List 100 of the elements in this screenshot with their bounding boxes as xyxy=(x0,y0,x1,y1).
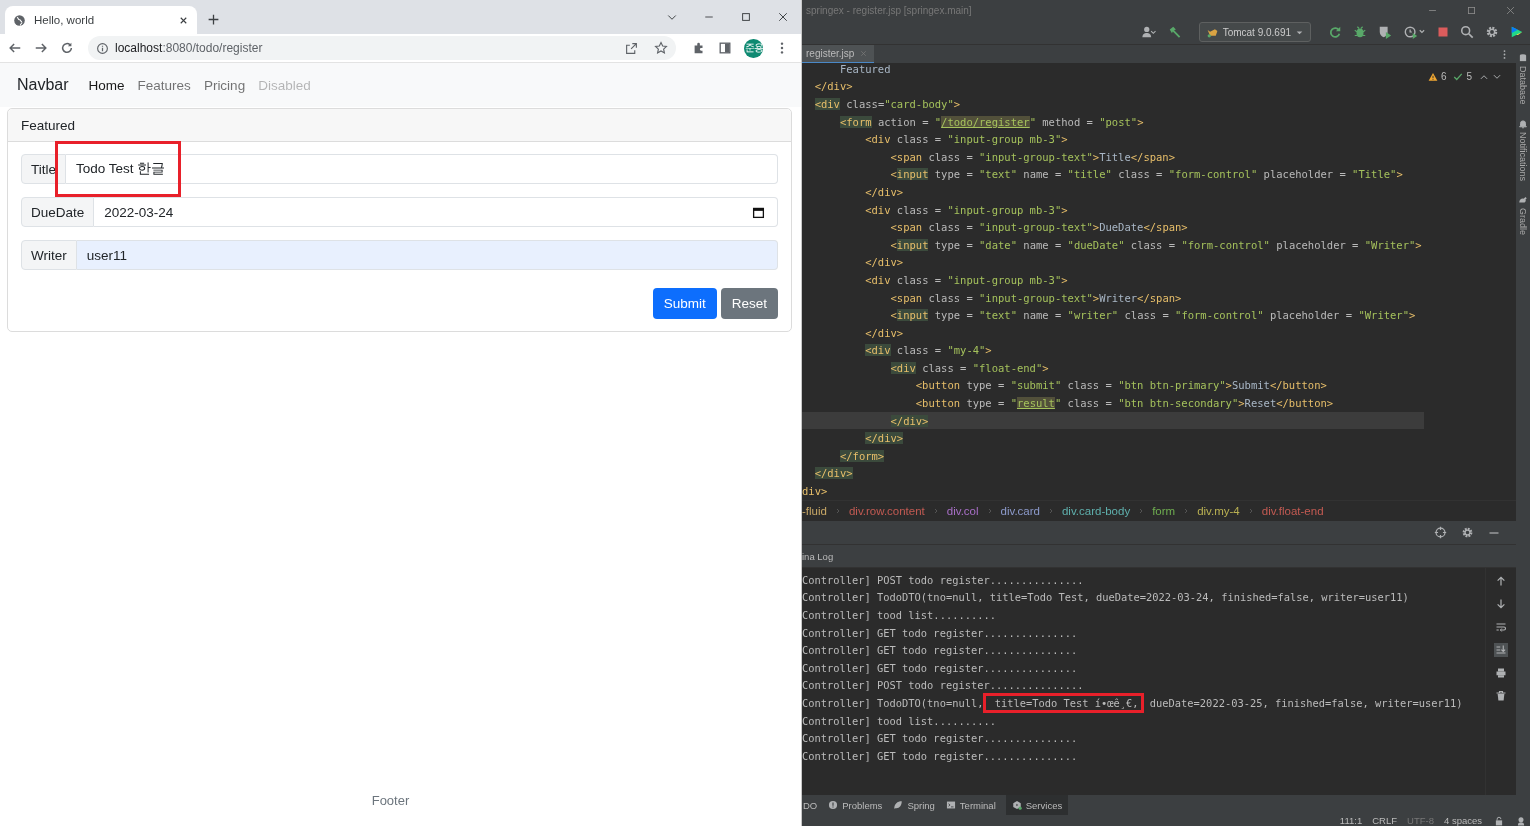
code-line: <input type = "date" name = "dueDate" class = "form-control" placeholder = "Writer"> xyxy=(889,237,1423,253)
code-line: <input type = "text" name = "writer" class = "form-control" placeholder = "Writer"> xyxy=(889,308,1417,324)
trash-icon[interactable] xyxy=(1494,689,1508,703)
scroll-end-icon[interactable] xyxy=(1494,643,1508,657)
info-icon xyxy=(96,41,109,55)
new-tab-icon[interactable] xyxy=(207,13,220,26)
wrap-icon[interactable] xyxy=(1494,620,1508,634)
target-icon[interactable] xyxy=(1434,526,1447,539)
code-line: <span class = "input-group-text">Writer</span> xyxy=(889,290,1183,306)
breadcrumb-item[interactable]: div.my-4 xyxy=(1197,505,1240,517)
code-line: </div> xyxy=(864,255,905,271)
footer-text: Footer xyxy=(370,793,411,810)
code-line: <div class = "float-end"> xyxy=(889,360,1050,376)
console-text: Controller] TodoDTO(tno=null, title=Todo Test, dueDate=2022-03-24, finished=false, writer=user11) xyxy=(802,591,1409,604)
tool-window-tab[interactable]: DO xyxy=(802,795,824,815)
bug-icon[interactable] xyxy=(1353,25,1367,39)
code-line: <button type = "submit" class = "btn btn-primary">Submit</button> xyxy=(914,378,1328,394)
side-tool-tab[interactable]: Gradle xyxy=(1518,194,1528,235)
nav-link[interactable]: Home xyxy=(88,77,125,93)
nav-link[interactable]: Pricing xyxy=(203,77,246,93)
terminal-icon xyxy=(945,800,956,810)
inspector-icon[interactable] xyxy=(1516,815,1526,826)
run-config-dropdown[interactable]: Tomcat 9.0.691 xyxy=(1198,22,1311,42)
profiler-icon[interactable] xyxy=(1403,25,1426,39)
back-icon[interactable] xyxy=(8,41,22,55)
star-icon[interactable] xyxy=(654,41,669,55)
reload-icon[interactable] xyxy=(60,41,74,55)
side-tool-tab[interactable]: Database xyxy=(1518,53,1528,105)
breadcrumb-item[interactable]: -fluid xyxy=(802,505,827,517)
console-text: dueDate=2022-03-25, finished=false, writer=user11) xyxy=(1148,696,1463,709)
editor-tab[interactable]: register.jsp xyxy=(802,45,875,63)
print-icon[interactable] xyxy=(1494,666,1508,680)
forward-icon[interactable] xyxy=(34,41,48,55)
stop-icon[interactable] xyxy=(1437,26,1449,38)
globe-icon xyxy=(13,13,26,27)
side-tool-tab[interactable]: Notifications xyxy=(1518,118,1528,181)
code-line: <div class = "input-group mb-3"> xyxy=(864,272,1069,288)
warning-count: 6 xyxy=(1440,71,1447,82)
rerun-icon[interactable] xyxy=(1328,25,1342,39)
close-icon xyxy=(859,49,869,58)
breadcrumb-item[interactable]: div.col xyxy=(946,505,979,517)
profile-avatar[interactable]: 준용 xyxy=(744,38,763,58)
tool-window-tab[interactable]: Terminal xyxy=(944,795,1002,815)
breadcrumb-item[interactable]: div.float-end xyxy=(1261,505,1324,517)
lock-icon[interactable] xyxy=(1494,815,1504,826)
log-tab[interactable]: ina Log xyxy=(802,550,834,562)
code-line: Featured xyxy=(838,63,892,77)
calendar-icon[interactable] xyxy=(752,205,765,219)
date-field[interactable]: 2022-03-24 xyxy=(94,197,778,227)
services-icon xyxy=(1011,800,1022,810)
tool-window-tab[interactable]: Services xyxy=(1005,795,1069,815)
side-panel-icon[interactable] xyxy=(718,41,733,55)
hammer-icon[interactable] xyxy=(1167,25,1182,39)
code-line: <span class = "input-group-text">Title</span> xyxy=(889,149,1177,165)
console-text: Controller] POST todo register............... xyxy=(802,679,1084,692)
search-icon[interactable] xyxy=(1460,25,1474,39)
settings-icon[interactable] xyxy=(1461,526,1474,539)
tool-window-tab[interactable]: Problems xyxy=(827,795,889,815)
console-text: Controller] GET todo register............... xyxy=(802,749,1078,762)
browser-tab[interactable]: Hello, world xyxy=(5,6,197,34)
shield-run-icon[interactable] xyxy=(1378,25,1392,39)
tool-window-tab[interactable]: Spring xyxy=(892,795,941,815)
console-text: Controller] POST todo register............... xyxy=(802,573,1084,586)
leaf-icon xyxy=(893,800,904,810)
console-text: Controller] GET todo register............... xyxy=(802,626,1078,639)
code-line: </div> xyxy=(813,79,854,95)
navbar-brand[interactable]: Navbar xyxy=(17,76,69,94)
code-line: <div class="card-body"> xyxy=(813,96,962,112)
settings-icon[interactable] xyxy=(1485,25,1499,39)
status-item[interactable]: 4 spaces xyxy=(1443,815,1482,826)
nav-link[interactable]: Features xyxy=(137,77,191,93)
maximize-icon[interactable] xyxy=(740,11,752,23)
status-item[interactable]: 111:1 xyxy=(1339,815,1363,826)
status-item[interactable]: CRLF xyxy=(1372,815,1398,826)
reset-button[interactable]: Reset xyxy=(720,288,778,319)
arrow-down-icon[interactable] xyxy=(1494,597,1508,611)
warning-icon xyxy=(1427,71,1438,82)
code-line: </div> xyxy=(864,325,905,341)
share-icon[interactable] xyxy=(625,41,639,55)
input-field[interactable]: user11 xyxy=(76,240,778,270)
plugin-logo-icon[interactable] xyxy=(1510,25,1524,39)
code-line: div> xyxy=(802,484,829,500)
url-text: localhost:8080/todo/register xyxy=(115,41,263,55)
breadcrumb-item[interactable]: div.card-body xyxy=(1061,505,1131,517)
submit-button[interactable]: Submit xyxy=(652,288,717,319)
close-icon[interactable] xyxy=(777,11,789,23)
breadcrumb-item[interactable]: form xyxy=(1152,505,1176,517)
code-line: <div class = "my-4"> xyxy=(864,343,993,359)
code-line: <div class = "input-group mb-3"> xyxy=(864,132,1069,148)
code-line: <form action = "/todo/register" method = "post"> xyxy=(838,114,1145,130)
breadcrumb-item[interactable]: div.row.content xyxy=(848,505,925,517)
user-icon[interactable] xyxy=(1139,25,1157,39)
breadcrumb-item[interactable]: div.card xyxy=(1000,505,1040,517)
input-field[interactable]: Todo Test 한글 xyxy=(66,154,778,184)
address-bar[interactable]: localhost:8080/todo/register xyxy=(88,36,677,60)
console-text: Controller] tood list.......... xyxy=(802,609,996,621)
warning-count: 5 xyxy=(1466,71,1472,82)
maximize-icon[interactable] xyxy=(1466,4,1477,16)
field-label: DueDate xyxy=(21,197,95,227)
tab-title: Hello, world xyxy=(34,14,96,26)
